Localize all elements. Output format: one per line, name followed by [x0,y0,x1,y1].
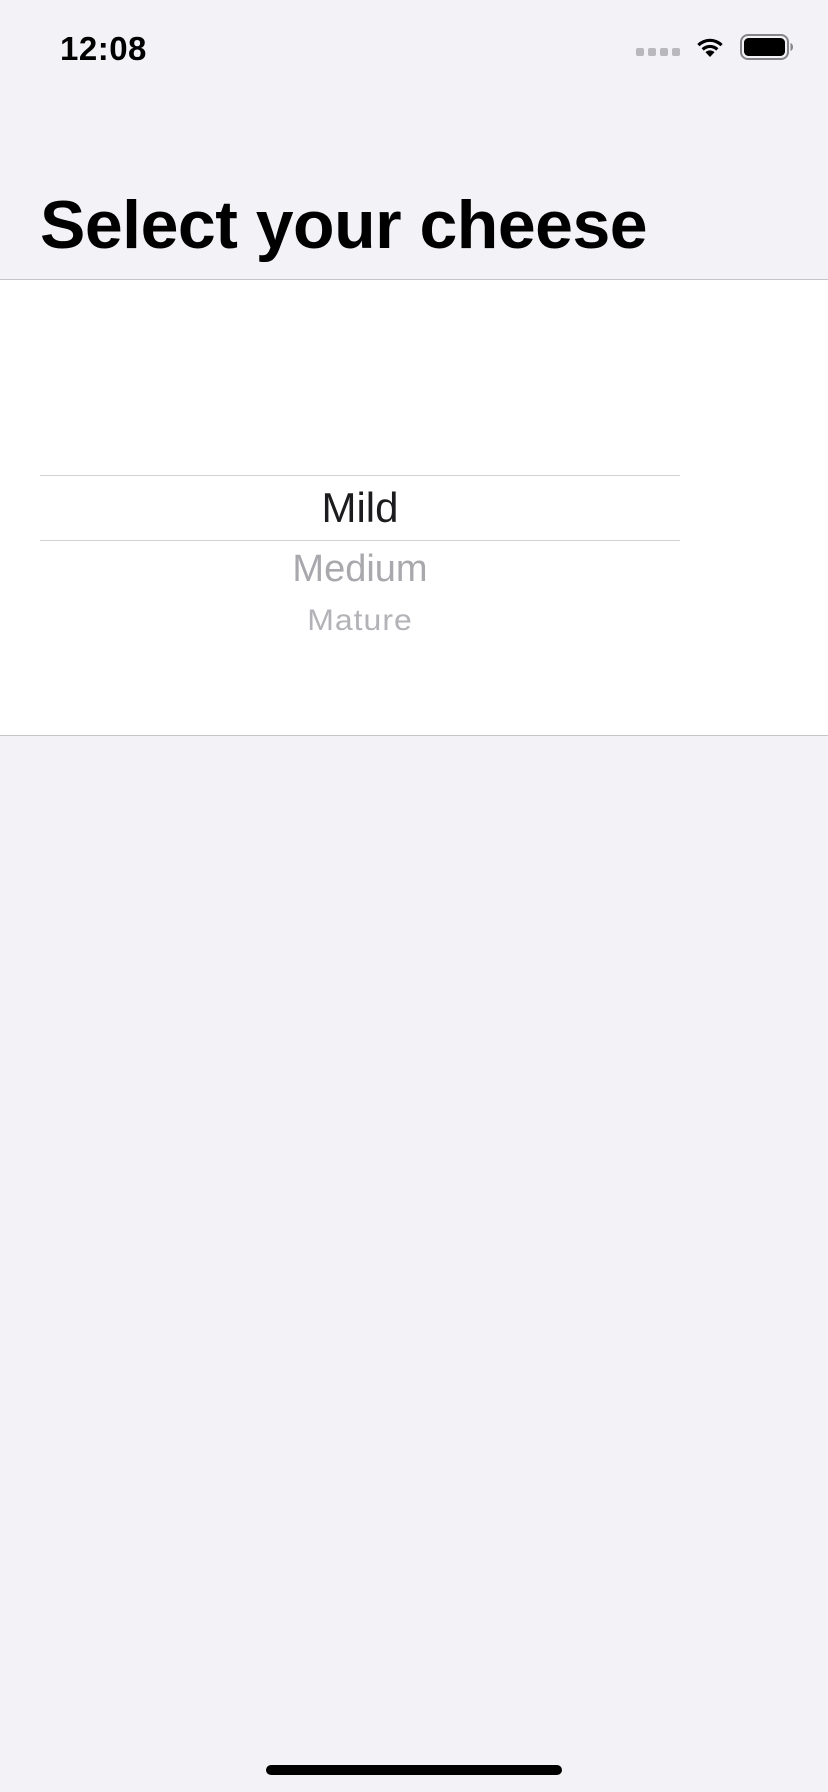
screen: 12:08 Select your cheese Mild Medium Mat… [0,0,828,1792]
cheese-picker[interactable]: Mild Medium Mature [40,280,680,735]
home-indicator[interactable] [266,1765,562,1775]
picker-selection-bottom-line [40,540,680,541]
status-icons [636,34,794,60]
wifi-icon [697,38,723,57]
picker-option-mature[interactable]: Mature [40,603,680,636]
status-time: 12:08 [60,30,147,67]
page-title: Select your cheese [40,187,648,263]
status-bar: 12:08 [0,0,828,100]
picker-bottom-separator [0,735,828,736]
picker-option-medium[interactable]: Medium [40,547,680,591]
battery-icon [740,34,793,60]
cellular-signal-icon [636,48,680,56]
picker-option-mild[interactable]: Mild [40,484,680,532]
picker-panel: Mild Medium Mature [0,280,828,735]
picker-selection-top-line [40,475,680,476]
